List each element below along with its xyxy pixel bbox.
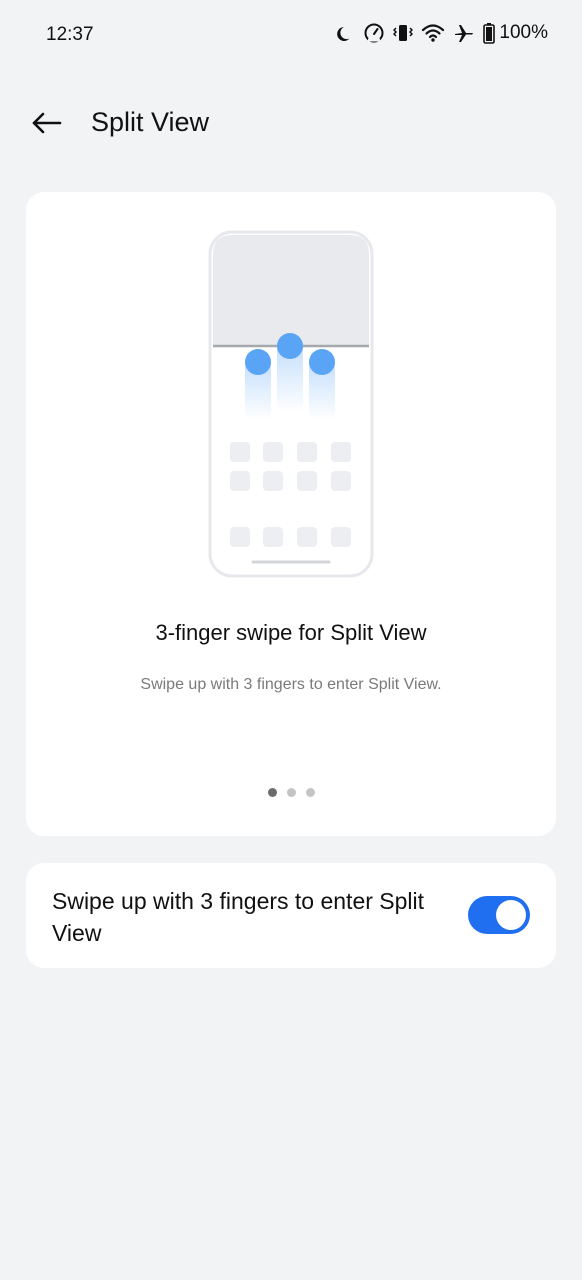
page-indicator: [26, 788, 556, 797]
setting-row[interactable]: Swipe up with 3 fingers to enter Split V…: [26, 863, 556, 968]
moon-icon: [335, 23, 355, 43]
toggle-knob: [496, 900, 526, 930]
back-button[interactable]: [26, 107, 66, 143]
airplane-icon: [453, 22, 475, 44]
page-dot[interactable]: [305, 788, 315, 797]
vibrate-icon: [393, 22, 414, 44]
wifi-icon: [421, 23, 445, 43]
page-header: Split View: [0, 95, 582, 155]
status-bar: 12:37 100%: [0, 0, 582, 70]
intro-title: 3-finger swipe for Split View: [155, 620, 427, 645]
split-view-gesture-illustration: [208, 230, 374, 578]
battery-percent: 100%: [499, 22, 548, 43]
battery-icon: [483, 22, 496, 44]
status-time: 12:37: [46, 24, 94, 45]
intro-card: 3-finger swipe for Split View Swipe up w…: [26, 192, 556, 836]
setting-label: Swipe up with 3 fingers to enter Split V…: [52, 888, 425, 946]
page-dot[interactable]: [267, 788, 277, 797]
page-title: Split View: [91, 107, 210, 137]
arrow-left-icon: [30, 111, 62, 140]
status-icons: 100%: [335, 22, 548, 44]
page-dot[interactable]: [286, 788, 296, 797]
split-view-toggle[interactable]: [468, 896, 530, 934]
speedometer-icon: [363, 22, 385, 44]
intro-subtitle: Swipe up with 3 fingers to enter Split V…: [140, 676, 442, 693]
